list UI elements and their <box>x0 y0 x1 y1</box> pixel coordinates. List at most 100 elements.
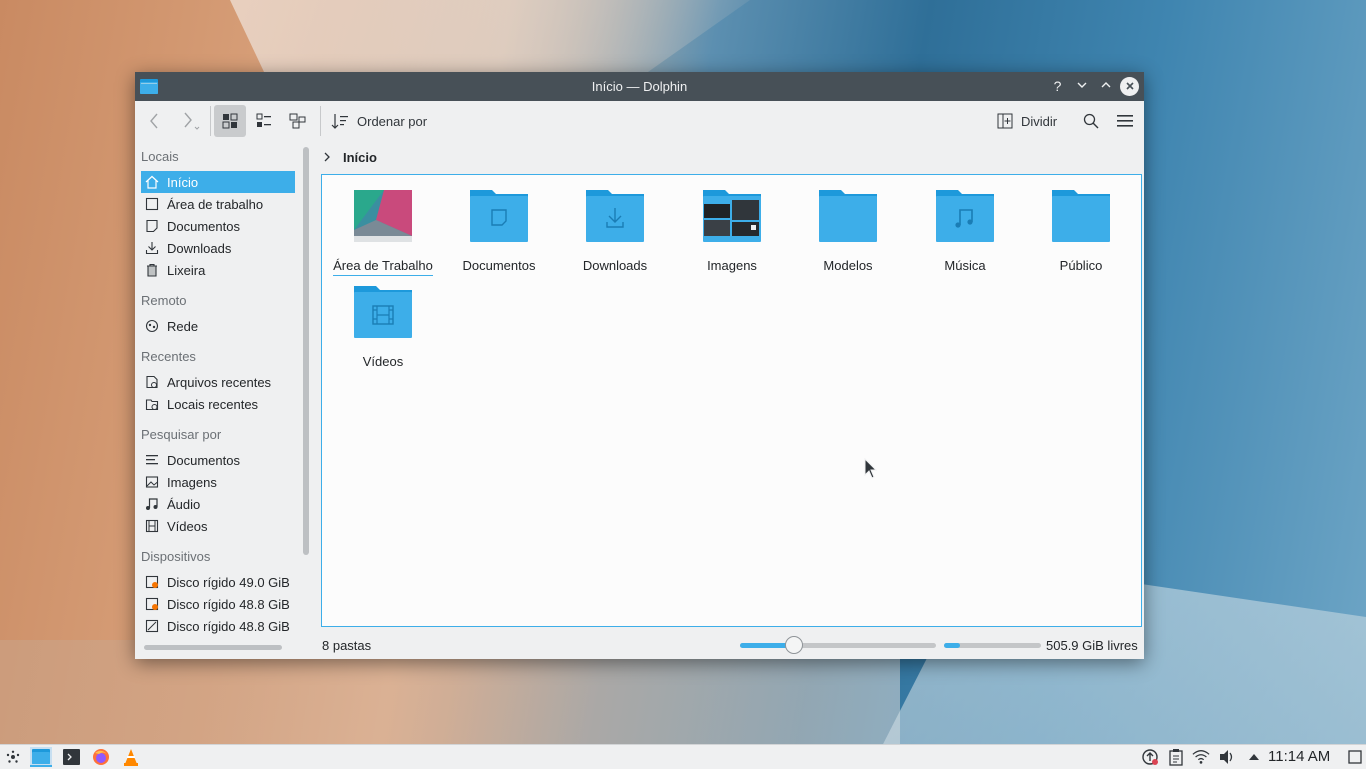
chevron-down-icon <box>1077 82 1086 88</box>
network-icon <box>145 319 159 333</box>
details-view-button[interactable] <box>282 105 314 137</box>
search-button[interactable] <box>1077 105 1105 137</box>
volume-tray-icon[interactable] <box>1218 748 1236 766</box>
split-view-label: Dividir <box>1021 113 1058 129</box>
clock[interactable]: 11:14 AM <box>1268 748 1330 765</box>
sidebar-item-search-documents[interactable]: Documentos <box>141 449 295 471</box>
text-document-icon <box>145 453 159 467</box>
help-button[interactable]: ? <box>1048 77 1067 96</box>
free-space-bar <box>944 643 1041 648</box>
sidebar-item-label: Documentos <box>167 452 240 468</box>
firefox-icon <box>93 749 109 765</box>
folder-item-public[interactable]: Público <box>1025 190 1137 273</box>
chevron-up-icon <box>1101 82 1110 88</box>
show-hidden-icons-button[interactable] <box>1245 748 1263 766</box>
sidebar-item-inicio[interactable]: Início <box>141 171 295 193</box>
dolphin-app-icon <box>32 748 50 764</box>
sidebar-item-disk-3[interactable]: Disco rígido 48.8 GiB <box>141 615 295 635</box>
free-space-text: 505.9 GiB livres <box>1046 638 1138 653</box>
forward-button[interactable] <box>175 105 203 137</box>
folder-label: Vídeos <box>362 354 404 369</box>
show-desktop-button[interactable] <box>1346 748 1364 766</box>
folder-item-videos[interactable]: Vídeos <box>327 286 439 369</box>
sidebar-item-recent-files[interactable]: Arquivos recentes <box>141 371 295 393</box>
vlc-icon <box>124 749 138 766</box>
remote-section-title: Remoto <box>141 293 187 308</box>
details-view-icon <box>289 113 306 129</box>
folder-label: Público <box>1059 258 1103 273</box>
file-view[interactable]: Área de Trabalho Documentos Downloads Im… <box>321 174 1142 627</box>
images-folder-thumbnail <box>703 190 761 242</box>
sidebar-item-search-images[interactable]: Imagens <box>141 471 295 493</box>
back-button[interactable] <box>143 105 167 137</box>
maximize-button[interactable] <box>1096 77 1115 96</box>
recent-files-icon <box>145 375 159 389</box>
compact-view-button[interactable] <box>248 105 280 137</box>
sidebar-item-disk-1[interactable]: Disco rígido 49.0 GiB <box>141 571 295 593</box>
title-bar[interactable]: Início — Dolphin ? <box>135 72 1144 101</box>
folder-item-music[interactable]: Música <box>909 190 1021 273</box>
sidebar-item-recent-places[interactable]: Locais recentes <box>141 393 295 415</box>
terminal-icon <box>62 749 80 765</box>
breadcrumb-current[interactable]: Início <box>343 150 377 165</box>
zoom-slider[interactable] <box>740 636 936 654</box>
folder-label: Documentos <box>462 258 536 273</box>
sort-icon <box>331 114 348 129</box>
folder-item-downloads[interactable]: Downloads <box>559 190 671 273</box>
sidebar-item-downloads[interactable]: Downloads <box>141 237 295 259</box>
wifi-tray-icon[interactable] <box>1192 748 1210 766</box>
minimize-button[interactable] <box>1072 77 1091 96</box>
sidebar-item-label: Imagens <box>167 474 217 490</box>
kde-launcher-icon <box>6 750 20 763</box>
sort-by-button[interactable]: Ordenar por <box>331 105 439 137</box>
sidebar-item-search-videos[interactable]: Vídeos <box>141 515 295 537</box>
sidebar-item-search-audio[interactable]: Áudio <box>141 493 295 515</box>
sidebar-item-label: Áudio <box>167 496 201 512</box>
recent-places-icon <box>145 397 159 411</box>
sidebar-item-label: Área de trabalho <box>167 196 264 212</box>
sidebar-item-label: Locais recentes <box>167 396 259 412</box>
hamburger-menu-button[interactable] <box>1111 105 1139 137</box>
chevron-right-icon <box>324 152 330 162</box>
image-icon <box>145 475 159 489</box>
task-vlc[interactable] <box>120 747 142 767</box>
task-dolphin[interactable] <box>30 747 52 767</box>
updates-tray-icon[interactable] <box>1141 748 1159 766</box>
places-section-title: Locais <box>141 149 179 164</box>
application-launcher-button[interactable] <box>2 747 24 767</box>
sidebar-item-label: Lixeira <box>167 262 206 278</box>
item-count-text: 8 pastas <box>322 638 372 653</box>
close-button[interactable] <box>1120 77 1139 96</box>
downloads-folder-icon <box>586 190 644 242</box>
folder-item-desktop[interactable]: Área de Trabalho <box>327 190 439 276</box>
video-icon <box>145 519 159 533</box>
task-firefox[interactable] <box>90 747 112 767</box>
status-bar: 8 pastas 505.9 GiB livres <box>135 634 1144 659</box>
audio-icon <box>145 497 159 511</box>
search-section-title: Pesquisar por <box>141 427 222 442</box>
sidebar-item-documents[interactable]: Documentos <box>141 215 295 237</box>
document-icon <box>145 219 159 233</box>
zoom-slider-handle[interactable] <box>785 636 803 654</box>
sidebar-item-label: Vídeos <box>167 518 208 534</box>
folder-item-templates[interactable]: Modelos <box>792 190 904 273</box>
sidebar-item-label: Disco rígido 49.0 GiB <box>167 574 290 590</box>
sidebar-item-disk-2[interactable]: Disco rígido 48.8 GiB <box>141 593 295 615</box>
split-view-button[interactable]: Dividir <box>997 105 1065 137</box>
devices-section-title: Dispositivos <box>141 549 211 564</box>
icons-view-button[interactable] <box>214 105 246 137</box>
folder-label: Área de Trabalho <box>333 258 433 276</box>
sidebar-item-desktop[interactable]: Área de trabalho <box>141 193 295 215</box>
sidebar-item-trash[interactable]: Lixeira <box>141 259 295 281</box>
dolphin-window: Início — Dolphin ? Ordenar por Dividir L… <box>135 72 1144 659</box>
sidebar-vertical-scrollbar[interactable] <box>303 147 309 555</box>
sidebar-item-network[interactable]: Rede <box>141 315 295 337</box>
sidebar-item-label: Disco rígido 48.8 GiB <box>167 618 290 634</box>
hard-disk-warning-icon <box>145 575 159 589</box>
folder-item-documents[interactable]: Documentos <box>443 190 555 273</box>
forward-arrow-icon <box>184 112 200 130</box>
folder-item-images[interactable]: Imagens <box>676 190 788 273</box>
breadcrumb[interactable]: Início <box>321 147 377 167</box>
clipboard-tray-icon[interactable] <box>1167 748 1185 766</box>
task-konsole[interactable] <box>60 747 82 767</box>
